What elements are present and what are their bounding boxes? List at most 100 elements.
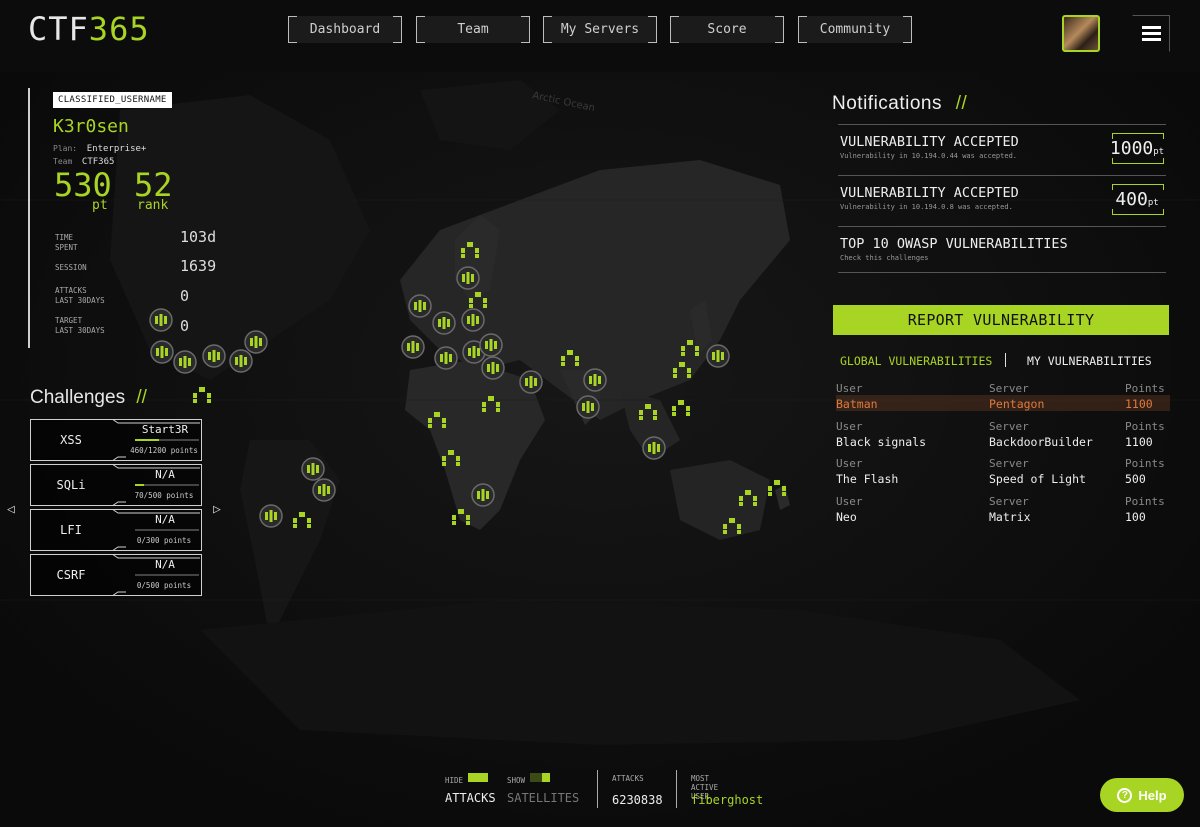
attacker-marker-icon[interactable] — [469, 292, 487, 308]
hamburger-icon-line — [1142, 32, 1161, 35]
satellites-toggle-switch[interactable] — [530, 773, 550, 782]
notification-points-unit: pt — [1153, 146, 1165, 157]
avatar[interactable] — [1062, 15, 1100, 52]
notification-points-unit: pt — [1147, 197, 1159, 208]
server-marker-icon[interactable] — [434, 346, 458, 370]
user-points-unit: pt — [92, 198, 108, 213]
notification-item[interactable]: VULNERABILITY ACCEPTED Vulnerability in 1… — [838, 124, 1166, 175]
attacker-marker-icon[interactable] — [428, 412, 446, 428]
col-header-user: User — [836, 419, 863, 433]
cell-user: Neo — [836, 509, 857, 524]
attacker-marker-icon[interactable] — [639, 404, 657, 420]
nav-score-label: Score — [707, 22, 747, 37]
notification-points-badge: 1000 pt — [1110, 133, 1165, 164]
notification-subtitle: Check this challenges — [840, 254, 929, 262]
attacker-marker-icon[interactable] — [561, 350, 579, 366]
server-marker-icon[interactable] — [150, 340, 174, 364]
tab-separator — [1005, 353, 1006, 367]
notification-points-badge: 400 pt — [1112, 184, 1164, 215]
server-marker-icon[interactable] — [432, 311, 456, 335]
nav-my-servers[interactable]: My Servers — [543, 16, 657, 43]
server-marker-icon[interactable] — [259, 504, 283, 528]
nav-team[interactable]: Team — [416, 16, 530, 43]
notification-item[interactable]: VULNERABILITY ACCEPTED Vulnerability in 1… — [838, 175, 1166, 226]
logo-prefix: CTF — [28, 10, 89, 48]
notification-title: TOP 10 OWASP VULNERABILITIES — [840, 236, 1068, 252]
attacker-marker-icon[interactable] — [723, 518, 741, 534]
server-marker-icon[interactable] — [642, 436, 666, 460]
footer-divider — [597, 770, 598, 808]
menu-button[interactable] — [1132, 15, 1170, 52]
nav-dashboard-label: Dashboard — [309, 22, 381, 37]
show-label: SHOW — [507, 776, 526, 785]
notification-item[interactable]: TOP 10 OWASP VULNERABILITIES Check this c… — [838, 226, 1166, 277]
server-marker-icon[interactable] — [312, 478, 336, 502]
server-marker-icon[interactable] — [481, 356, 505, 380]
server-marker-icon[interactable] — [244, 330, 268, 354]
challenges-next-arrow-icon[interactable]: ▷ — [213, 502, 221, 517]
table-row[interactable]: User Server Points The Flash Speed of Light 5… — [836, 457, 1170, 494]
attacker-marker-icon[interactable] — [672, 400, 690, 416]
notification-subtitle: Vulnerability in 10.194.0.8 was accepted… — [840, 203, 1013, 211]
nav-community[interactable]: Community — [798, 16, 912, 43]
attacks-toggle[interactable]: ATTACKS — [445, 791, 496, 805]
attacks-toggle-switch[interactable] — [468, 773, 488, 782]
hamburger-icon — [1142, 26, 1161, 29]
challenge-card-lfi[interactable]: LFI N/A 0/300 points — [30, 509, 202, 551]
server-marker-icon[interactable] — [149, 308, 173, 332]
stat-target-value: 0 — [180, 317, 190, 335]
help-button[interactable]: ? Help — [1100, 778, 1184, 812]
attacker-marker-icon[interactable] — [293, 512, 311, 528]
server-marker-icon[interactable] — [401, 335, 425, 359]
challenges-prev-arrow-icon[interactable]: ◁ — [7, 502, 15, 517]
tab-my-vulnerabilities[interactable]: MY VULNERABILITIES — [1027, 354, 1152, 368]
server-marker-icon[interactable] — [461, 308, 485, 332]
attacker-marker-icon[interactable] — [739, 490, 757, 506]
server-marker-icon[interactable] — [173, 350, 197, 374]
table-row[interactable]: User Server Points Batman Pentagon 1100 — [836, 382, 1170, 419]
server-marker-icon[interactable] — [456, 266, 480, 290]
table-row[interactable]: User Server Points Neo Matrix 100 — [836, 495, 1170, 532]
question-icon: ? — [1117, 787, 1133, 803]
team-label: Team — [53, 157, 73, 166]
logo-suffix: 365 — [88, 10, 150, 48]
tab-global-vulnerabilities[interactable]: GLOBAL VULNERABILITIES — [840, 354, 992, 368]
satellites-toggle[interactable]: SATELLITES — [507, 791, 579, 805]
col-header-points: Points — [1125, 419, 1165, 433]
challenge-card-sqli[interactable]: SQLi N/A 70/500 points — [30, 464, 202, 506]
attacker-marker-icon[interactable] — [442, 450, 460, 466]
stat-time-spent-label: TIME SPENT — [55, 233, 78, 252]
attacker-marker-icon[interactable] — [673, 362, 691, 378]
challenge-card-xss[interactable]: XSS Start3R 460/1200 points — [30, 419, 202, 461]
hamburger-icon-line — [1142, 38, 1161, 41]
nav-dashboard[interactable]: Dashboard — [288, 16, 402, 43]
attacker-marker-icon[interactable] — [681, 340, 699, 356]
server-marker-icon[interactable] — [229, 349, 253, 373]
classified-label: CLASSIFIED_USERNAME — [53, 92, 172, 108]
server-marker-icon[interactable] — [408, 294, 432, 318]
server-marker-icon[interactable] — [202, 344, 226, 368]
cell-points: 1100 — [1125, 397, 1153, 411]
col-header-server: Server — [989, 494, 1029, 508]
server-marker-icon[interactable] — [479, 333, 503, 357]
challenge-card-divider — [111, 464, 200, 506]
most-active-user[interactable]: fiberghost — [691, 793, 763, 807]
cell-server: BackdoorBuilder — [989, 434, 1093, 449]
attacker-marker-icon[interactable] — [768, 480, 786, 496]
challenge-card-csrf[interactable]: CSRF N/A 0/500 points — [30, 554, 202, 596]
notification-title: VULNERABILITY ACCEPTED — [840, 134, 1019, 150]
server-marker-icon[interactable] — [471, 483, 495, 507]
server-marker-icon[interactable] — [301, 457, 325, 481]
server-marker-icon[interactable] — [576, 395, 600, 419]
app-logo[interactable]: CTF365 — [28, 10, 150, 48]
attacker-marker-icon[interactable] — [452, 509, 470, 525]
nav-score[interactable]: Score — [670, 16, 784, 43]
server-marker-icon[interactable] — [583, 368, 607, 392]
server-marker-icon[interactable] — [519, 370, 543, 394]
report-vulnerability-button[interactable]: REPORT VULNERABILITY — [833, 305, 1169, 335]
attacker-marker-icon[interactable] — [461, 242, 479, 258]
attacker-marker-icon[interactable] — [193, 387, 211, 403]
table-row[interactable]: User Server Points Black signals BackdoorBui… — [836, 420, 1170, 457]
attacker-marker-icon[interactable] — [482, 396, 500, 412]
server-marker-icon[interactable] — [706, 344, 730, 368]
